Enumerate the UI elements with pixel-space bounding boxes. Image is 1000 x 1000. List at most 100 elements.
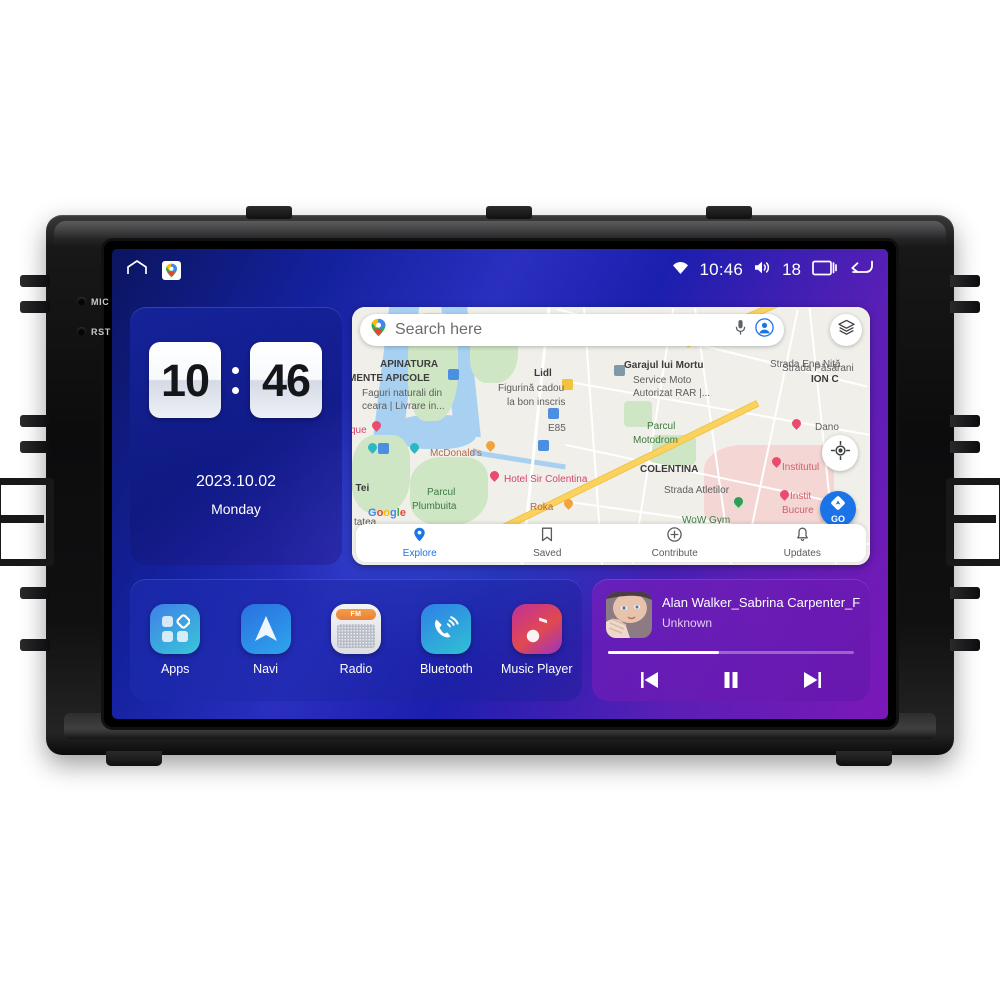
map-widget[interactable]: APINATURA MENTE APICOLE Faguri naturali di… [352,307,870,565]
map-label: ION C [811,374,839,385]
map-search-bar[interactable]: Search here [360,314,784,346]
map-pin[interactable] [778,488,791,502]
status-bar: 10:46 18 [112,249,888,291]
map-go-button[interactable]: GO [820,491,856,527]
album-art [606,592,652,638]
map-tab-updates[interactable]: Updates [739,524,867,562]
navigation-arrow-icon [240,604,291,654]
mount-clip-left-5 [20,587,50,599]
my-location-button[interactable] [822,435,858,471]
app-radio[interactable]: FM Radio [317,604,395,676]
reset-label: RST [91,327,111,337]
map-label: Dano [815,422,839,433]
explore-pin-icon [413,527,426,547]
map-tab-contribute[interactable]: Contribute [611,524,739,562]
map-label: Service Moto [633,375,692,386]
music-progress-bar[interactable] [608,651,854,654]
map-label: la bon inscris [507,397,566,408]
mount-clip-right-3 [950,415,980,427]
map-poi-badge[interactable] [538,440,549,451]
mount-clip-right-1 [950,275,980,287]
map-search-placeholder[interactable]: Search here [395,321,726,339]
map-label: Lidl [534,368,552,379]
bell-icon [796,527,809,547]
map-tab-label: Updates [783,548,821,559]
map-tab-explore[interactable]: Explore [356,524,484,562]
map-label: Bucure [782,505,814,516]
skip-next-icon[interactable] [798,667,828,693]
map-pin[interactable] [484,439,497,453]
mount-bracket-left [0,478,54,566]
app-navi[interactable]: Navi [227,604,305,676]
pause-icon[interactable] [716,667,746,693]
map-pin[interactable] [732,495,745,509]
recent-apps-icon[interactable] [812,259,838,281]
app-music-player[interactable]: Music Player [498,604,576,676]
map-bottom-nav[interactable]: Explore Saved Contribute Updates [356,524,866,562]
mount-clip-left-4 [20,441,50,453]
clock-minutes: 46 [261,354,311,406]
map-label: APINATURA [380,359,439,370]
clock-widget[interactable]: 10 46 2023.10.02 Monday [130,307,342,565]
map-pin[interactable] [770,455,783,469]
clock-weekday: Monday [211,501,261,517]
app-label: Apps [160,662,190,676]
mount-clip-right-4 [950,441,980,453]
map-poi-badge[interactable] [548,408,559,419]
map-label: Parcul [647,421,676,432]
map-pin[interactable] [366,441,379,455]
app-bluetooth[interactable]: Bluetooth [407,604,485,676]
google-maps-icon[interactable] [162,260,181,280]
app-apps[interactable]: Apps [136,604,214,676]
clock-date: 2023.10.02 [195,473,277,490]
mount-tab-bottom-1 [106,751,162,766]
map-pin[interactable] [562,497,575,511]
plus-circle-icon [667,527,682,547]
screenshot-root: MIC RST 10:46 18 10 46 2023.10.02 Monday… [0,0,1000,1000]
map-pin[interactable] [790,417,803,431]
mic-label: MIC [91,297,110,307]
map-label: Garajul lui Mortu [624,360,704,371]
volume-icon[interactable] [754,260,771,280]
mount-tab-bottom-2 [836,751,892,766]
reset-hole-icon[interactable] [77,327,86,336]
map-pin[interactable] [488,469,501,483]
map-tab-saved[interactable]: Saved [484,524,612,562]
apps-grid-icon [150,604,201,654]
map-poi-badge[interactable] [448,369,459,380]
touchscreen[interactable]: 10:46 18 10 46 2023.10.02 Monday APINATU… [112,249,888,719]
music-controls [608,667,854,693]
car-head-unit-device: MIC RST 10:46 18 10 46 2023.10.02 Monday… [0,206,1000,766]
app-dock: Apps Navi FM Radio Bluetooth Music Playe… [130,579,582,701]
flip-clock: 10 46 [149,342,322,418]
google-maps-pin-icon [370,318,387,342]
clock-minutes-box: 46 [250,342,322,418]
mount-clip-left-6 [20,639,50,651]
mount-tab-top-1 [246,206,292,219]
map-layers-icon [837,319,855,341]
clock-hours-box: 10 [149,342,221,418]
music-player-widget[interactable]: Alan Walker_Sabrina Carpenter_F... Unkno… [592,579,870,701]
skip-previous-icon[interactable] [634,667,664,693]
microphone-icon[interactable] [734,319,747,341]
map-pin[interactable] [408,441,421,455]
navigation-diamond-icon [830,495,846,516]
map-label: Figurină cadou [498,383,565,394]
home-icon[interactable] [126,259,148,281]
mount-clip-left-3 [20,415,50,427]
clock-hours: 10 [160,354,210,406]
account-avatar-icon[interactable] [755,318,774,342]
mount-clip-right-6 [950,639,980,651]
wifi-icon [672,260,689,280]
map-layers-button[interactable] [830,314,862,346]
map-pin[interactable] [370,419,383,433]
map-label: l Tei [352,483,370,494]
map-label: MENTE APICOLE [352,373,430,384]
bookmark-icon [541,527,553,547]
app-label: Navi [253,662,279,676]
map-label: Plumbuita [412,501,457,512]
map-poi-badge[interactable] [378,443,389,454]
mount-tab-top-3 [706,206,752,219]
back-arrow-icon[interactable] [849,259,874,281]
map-label: Faguri naturali din [362,388,443,399]
